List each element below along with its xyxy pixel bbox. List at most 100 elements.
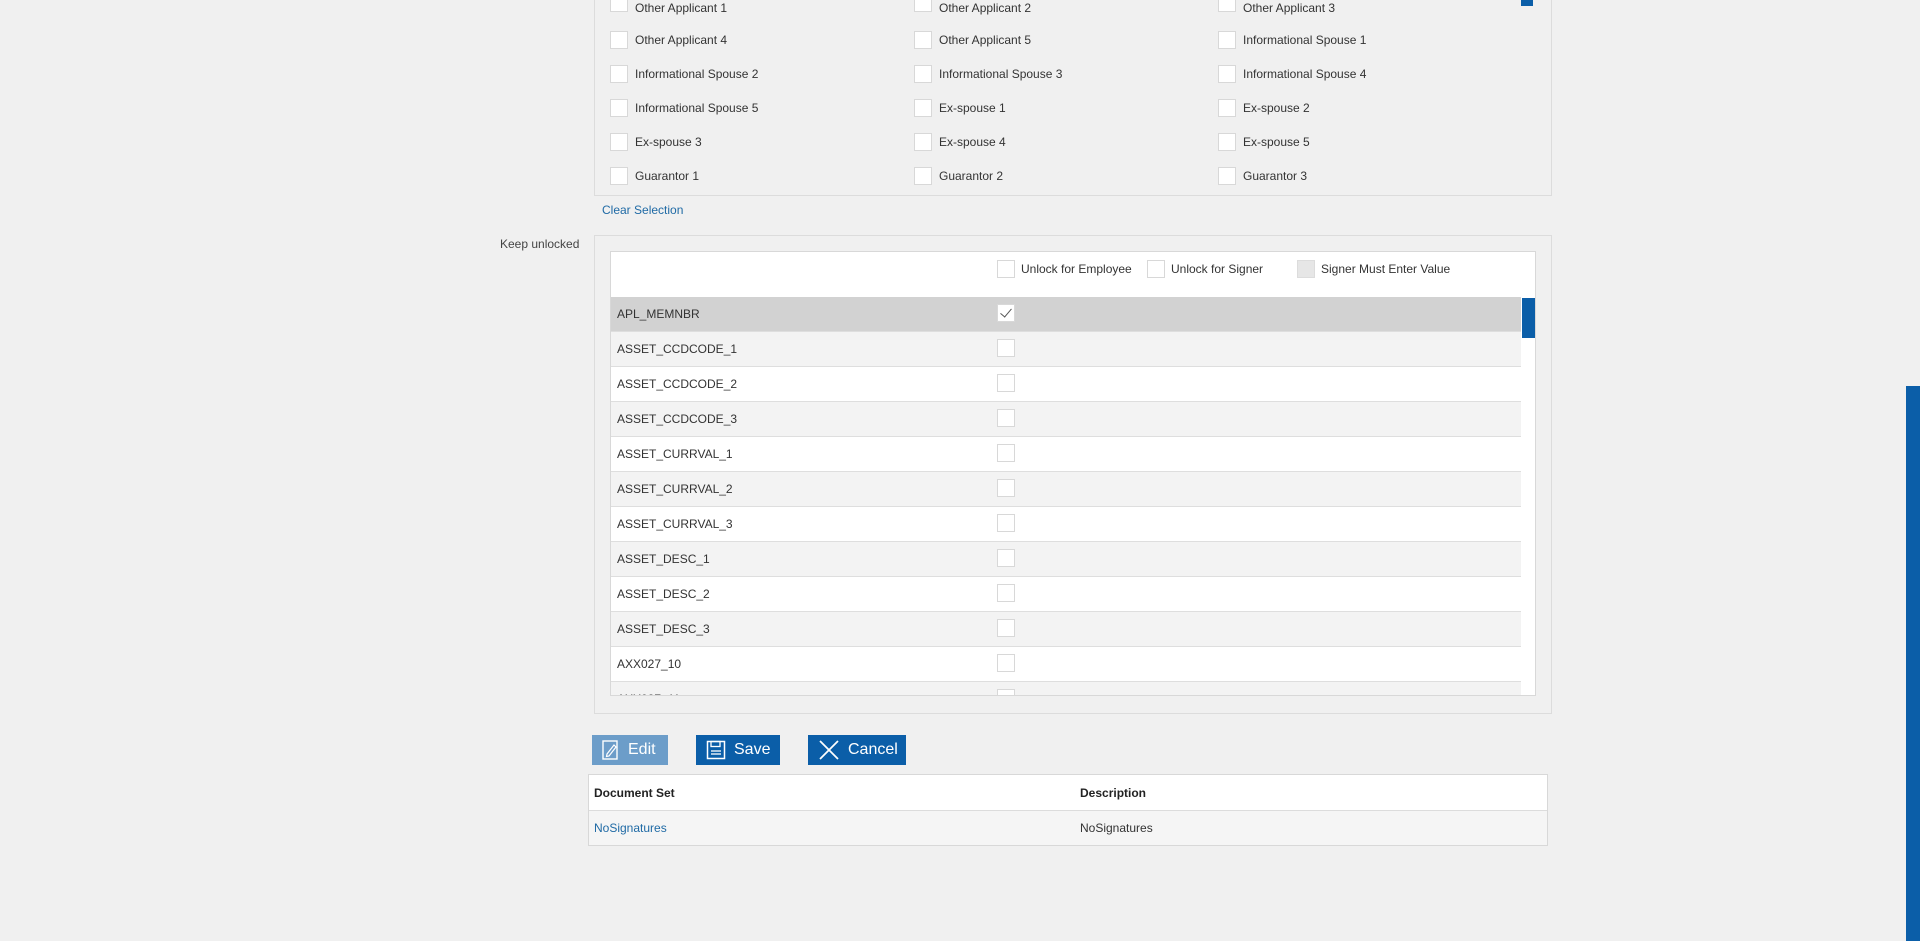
- table-header: Document Set Description: [589, 775, 1547, 811]
- label-ex-spouse-1: Ex-spouse 1: [939, 101, 1006, 115]
- label-informational-spouse-2: Informational Spouse 2: [635, 67, 759, 81]
- table-row[interactable]: APL_MEMNBR: [611, 297, 1521, 332]
- checkbox-guarantor-1[interactable]: [610, 167, 628, 185]
- checkbox-ex-spouse-3[interactable]: [610, 133, 628, 151]
- table-row[interactable]: ASSET_DESC_1: [611, 542, 1521, 577]
- checkbox-ex-spouse-1[interactable]: [914, 99, 932, 117]
- label-informational-spouse-4: Informational Spouse 4: [1243, 67, 1367, 81]
- keep-unlocked-scrollbar-track[interactable]: [1521, 297, 1535, 695]
- table-row[interactable]: AXX027_11: [611, 682, 1521, 695]
- edit-button[interactable]: Edit: [592, 735, 668, 765]
- field-name: APL_MEMNBR: [617, 307, 700, 321]
- label-informational-spouse-5: Informational Spouse 5: [635, 101, 759, 115]
- unlock-employee-checkbox[interactable]: [997, 444, 1015, 462]
- label-other-applicant-4: Other Applicant 4: [635, 33, 728, 47]
- table-row[interactable]: ASSET_CCDCODE_2: [611, 367, 1521, 402]
- unlock-employee-checkbox[interactable]: [997, 374, 1015, 392]
- label-ex-spouse-5: Ex-spouse 5: [1243, 135, 1310, 149]
- unlock-employee-header-label: Unlock for Employee: [1021, 262, 1132, 276]
- checkbox-other-applicant-2[interactable]: [914, 0, 932, 12]
- field-name: ASSET_CCDCODE_2: [617, 377, 738, 391]
- checkbox-other-applicant-5[interactable]: [914, 31, 932, 49]
- unlock-employee-checkbox[interactable]: [997, 514, 1015, 532]
- field-name: ASSET_CURRVAL_3: [617, 517, 733, 531]
- document-set-link[interactable]: NoSignatures: [594, 821, 667, 835]
- label-informational-spouse-1: Informational Spouse 1: [1243, 33, 1367, 47]
- checkbox-other-applicant-1[interactable]: [610, 0, 628, 12]
- applicants-scrollbar-thumb[interactable]: [1521, 0, 1533, 6]
- checkbox-informational-spouse-1[interactable]: [1218, 31, 1236, 49]
- keep-unlocked-scrollbar-thumb[interactable]: [1522, 298, 1535, 338]
- cancel-button[interactable]: Cancel: [808, 735, 906, 765]
- table-row[interactable]: ASSET_CURRVAL_1: [611, 437, 1521, 472]
- field-name: AXX027_11: [617, 692, 680, 695]
- applicants-panel: [594, 0, 1552, 196]
- unlock-signer-header-label: Unlock for Signer: [1171, 262, 1264, 276]
- close-icon: [819, 740, 839, 760]
- unlock-employee-checkbox[interactable]: [997, 689, 1015, 695]
- label-other-applicant-3: Other Applicant 3: [1243, 1, 1336, 15]
- save-icon: [706, 740, 726, 760]
- table-row[interactable]: NoSignatures NoSignatures: [589, 811, 1547, 845]
- checkbox-other-applicant-4[interactable]: [610, 31, 628, 49]
- table-row[interactable]: ASSET_DESC_2: [611, 577, 1521, 612]
- field-name: ASSET_CCDCODE_3: [617, 412, 738, 426]
- edit-button-label: Edit: [628, 741, 656, 758]
- clear-selection-link[interactable]: Clear Selection: [602, 203, 683, 217]
- keep-unlocked-header: Unlock for Employee Unlock for Signer Si…: [611, 252, 1535, 298]
- field-name: ASSET_DESC_3: [617, 622, 710, 636]
- checkbox-informational-spouse-5[interactable]: [610, 99, 628, 117]
- page-scrollbar-thumb[interactable]: [1906, 386, 1920, 941]
- field-name: ASSET_CCDCODE_1: [617, 342, 738, 356]
- label-other-applicant-2: Other Applicant 2: [939, 1, 1032, 15]
- unlock-signer-header-checkbox[interactable]: [1147, 260, 1165, 278]
- unlock-employee-checkbox[interactable]: [997, 339, 1015, 357]
- signer-must-enter-header-label: Signer Must Enter Value: [1321, 262, 1451, 276]
- checkbox-guarantor-2[interactable]: [914, 167, 932, 185]
- keep-unlocked-label: Keep unlocked: [500, 237, 580, 251]
- unlock-employee-checkbox[interactable]: [997, 409, 1015, 427]
- checkbox-ex-spouse-2[interactable]: [1218, 99, 1236, 117]
- label-ex-spouse-3: Ex-spouse 3: [635, 135, 702, 149]
- checkbox-ex-spouse-4[interactable]: [914, 133, 932, 151]
- table-row[interactable]: ASSET_CCDCODE_1: [611, 332, 1521, 367]
- unlock-employee-checkbox[interactable]: [997, 479, 1015, 497]
- checkbox-ex-spouse-5[interactable]: [1218, 133, 1236, 151]
- label-ex-spouse-4: Ex-spouse 4: [939, 135, 1006, 149]
- unlock-employee-header-checkbox[interactable]: [997, 260, 1015, 278]
- table-row[interactable]: ASSET_DESC_3: [611, 612, 1521, 647]
- unlock-employee-checkbox[interactable]: [997, 304, 1015, 322]
- edit-icon: [602, 740, 618, 760]
- table-row[interactable]: ASSET_CURRVAL_2: [611, 472, 1521, 507]
- table-row[interactable]: ASSET_CURRVAL_3: [611, 507, 1521, 542]
- checkbox-informational-spouse-4[interactable]: [1218, 65, 1236, 83]
- document-set-column-header: Document Set: [594, 786, 675, 800]
- signer-must-enter-header-checkbox: [1297, 260, 1315, 278]
- keep-unlocked-grid: Unlock for Employee Unlock for Signer Si…: [610, 251, 1536, 696]
- checkbox-informational-spouse-2[interactable]: [610, 65, 628, 83]
- field-name: AXX027_10: [617, 657, 682, 671]
- checkbox-other-applicant-3[interactable]: [1218, 0, 1236, 12]
- label-informational-spouse-3: Informational Spouse 3: [939, 67, 1063, 81]
- unlock-employee-checkbox[interactable]: [997, 584, 1015, 602]
- table-row[interactable]: AXX027_10: [611, 647, 1521, 682]
- unlock-employee-checkbox[interactable]: [997, 654, 1015, 672]
- field-name: ASSET_DESC_2: [617, 587, 710, 601]
- keep-unlocked-rows: APL_MEMNBR ASSET_CCDCODE_1 ASSET_CCDCODE_2…: [611, 297, 1521, 695]
- save-button[interactable]: Save: [696, 735, 780, 765]
- checkbox-guarantor-3[interactable]: [1218, 167, 1236, 185]
- unlock-employee-checkbox[interactable]: [997, 619, 1015, 637]
- label-guarantor-2: Guarantor 2: [939, 169, 1004, 183]
- label-other-applicant-5: Other Applicant 5: [939, 33, 1032, 47]
- field-name: ASSET_DESC_1: [617, 552, 710, 566]
- table-row[interactable]: ASSET_CCDCODE_3: [611, 402, 1521, 437]
- field-name: ASSET_CURRVAL_2: [617, 482, 733, 496]
- label-other-applicant-1: Other Applicant 1: [635, 1, 728, 15]
- label-ex-spouse-2: Ex-spouse 2: [1243, 101, 1310, 115]
- label-guarantor-3: Guarantor 3: [1243, 169, 1308, 183]
- save-button-label: Save: [734, 741, 771, 758]
- cancel-button-label: Cancel: [848, 741, 898, 758]
- checkbox-informational-spouse-3[interactable]: [914, 65, 932, 83]
- label-guarantor-1: Guarantor 1: [635, 169, 700, 183]
- unlock-employee-checkbox[interactable]: [997, 549, 1015, 567]
